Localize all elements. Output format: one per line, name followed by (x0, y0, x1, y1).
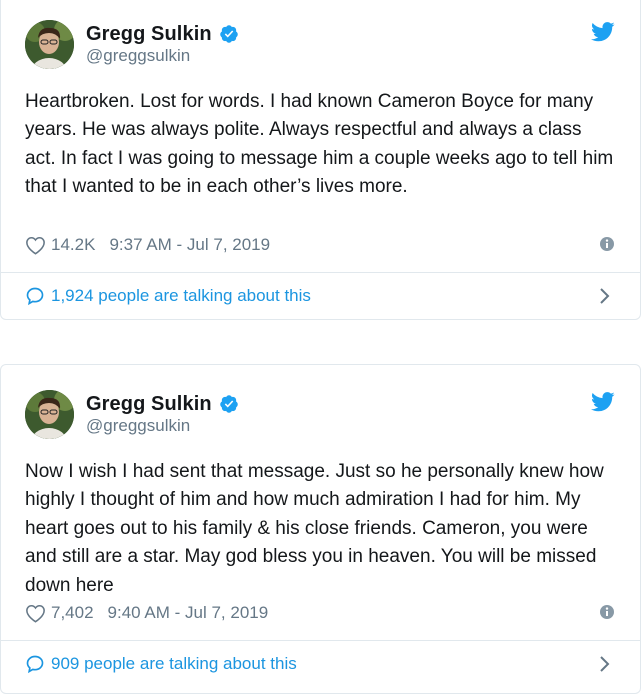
chevron-right-icon (600, 656, 610, 672)
people-talking-link[interactable]: 909 people are talking about this (25, 644, 615, 684)
name-row: Gregg Sulkin (86, 22, 239, 46)
handle[interactable]: @greggsulkin (86, 46, 190, 66)
twitter-bird-icon[interactable] (591, 22, 615, 42)
tweet-text: Heartbroken. Lost for words. I had known… (25, 91, 614, 198)
verified-badge-icon (219, 24, 239, 44)
timestamp[interactable]: 9:40 AM - Jul 7, 2019 (108, 603, 269, 623)
heart-icon[interactable] (25, 236, 46, 255)
avatar[interactable] (25, 20, 74, 69)
display-name[interactable]: Gregg Sulkin (86, 393, 212, 416)
verified-badge-icon (219, 394, 239, 414)
info-icon[interactable] (599, 604, 615, 620)
like-count[interactable]: 7,402 (51, 603, 94, 623)
people-talking-text: 1,924 people are talking about this (51, 286, 311, 305)
tweet-card-2: Gregg Sulkin @greggsulkin Now I wish I h… (0, 364, 641, 694)
tweet-card-1: Gregg Sulkin @greggsulkin Heartbroken. L… (0, 0, 641, 320)
name-row: Gregg Sulkin (86, 392, 239, 416)
speech-bubble-icon (26, 655, 44, 674)
tweet-header: Gregg Sulkin @greggsulkin (25, 390, 615, 442)
like-count[interactable]: 14.2K (51, 235, 95, 255)
display-name[interactable]: Gregg Sulkin (86, 23, 212, 46)
people-talking-link[interactable]: 1,924 people are talking about this (25, 276, 615, 316)
timestamp[interactable]: 9:37 AM - Jul 7, 2019 (109, 235, 270, 255)
divider (1, 272, 640, 273)
tweet-meta: 14.2K 9:37 AM - Jul 7, 2019 (25, 233, 615, 257)
divider (1, 640, 640, 641)
tweet-meta: 7,402 9:40 AM - Jul 7, 2019 (25, 601, 615, 625)
heart-icon[interactable] (25, 604, 46, 623)
people-talking-text: 909 people are talking about this (51, 654, 297, 673)
twitter-bird-icon[interactable] (591, 392, 615, 412)
avatar[interactable] (25, 390, 74, 439)
handle[interactable]: @greggsulkin (86, 416, 190, 436)
chevron-right-icon (600, 288, 610, 304)
info-icon[interactable] (599, 236, 615, 252)
tweet-header: Gregg Sulkin @greggsulkin (25, 20, 615, 72)
speech-bubble-icon (26, 287, 44, 306)
tweet-text: Now I wish I had sent that message. Just… (25, 461, 604, 596)
